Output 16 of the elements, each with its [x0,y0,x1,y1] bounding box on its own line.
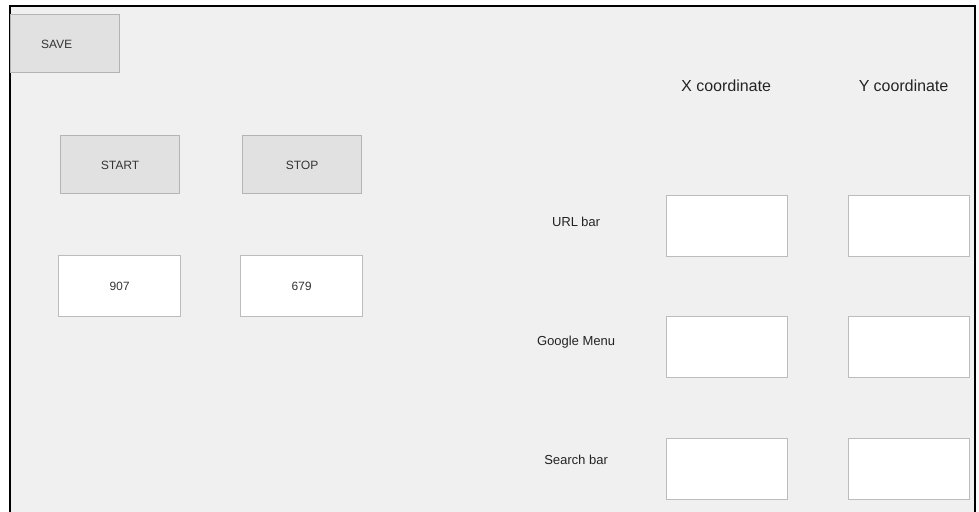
input-field[interactable] [848,316,970,378]
row-label: URL bar [551,213,601,231]
input-field[interactable] [666,195,788,257]
save-button[interactable]: SAVE [10,14,120,73]
stop-button[interactable]: STOP [242,135,362,194]
row-label: Search bar [543,451,609,469]
start-button[interactable]: START [60,135,180,194]
input-field[interactable] [848,438,970,500]
input-field[interactable] [666,438,788,500]
value-field[interactable]: 679 [240,255,363,317]
row-label: Google Menu [536,332,616,350]
column-heading: Y coordinate [858,77,950,97]
input-field[interactable] [666,316,788,378]
input-field[interactable] [848,195,970,257]
value-field[interactable]: 907 [58,255,181,317]
column-heading: X coordinate [680,77,772,97]
